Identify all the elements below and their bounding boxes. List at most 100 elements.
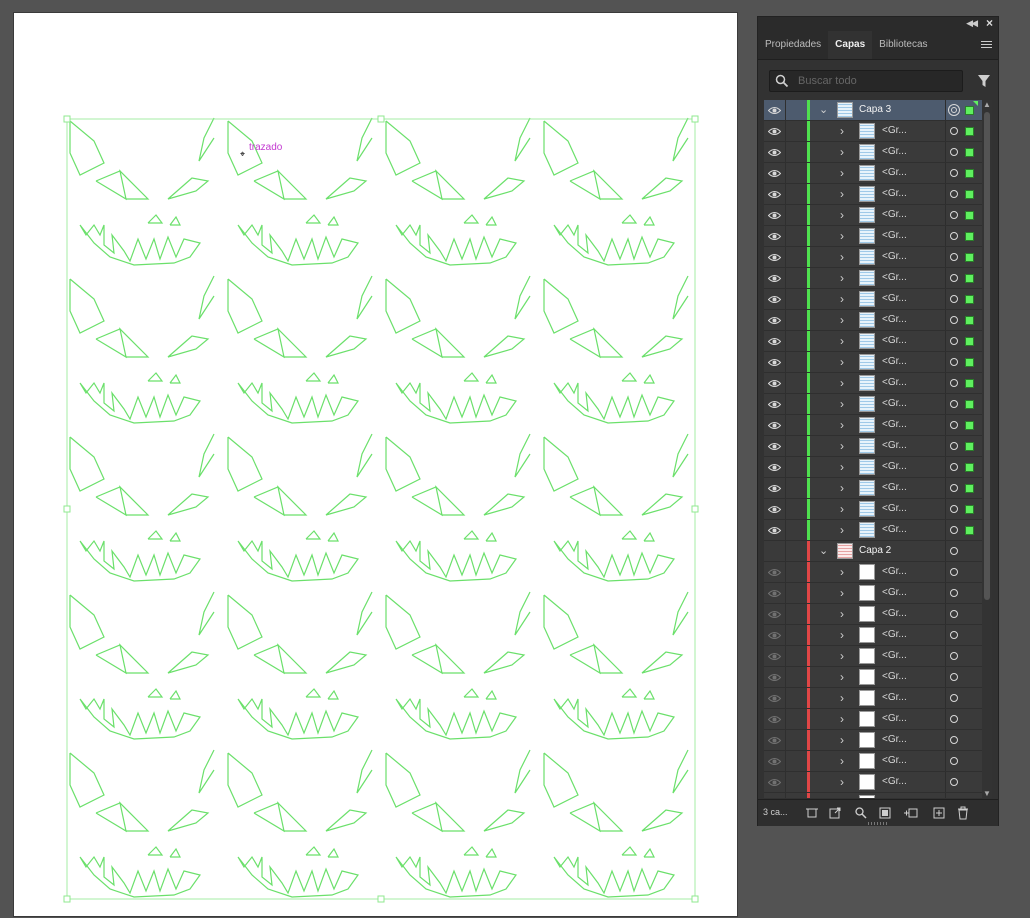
lock-toggle[interactable] [786, 121, 808, 141]
layer-row[interactable]: ⌄ Capa 3 [764, 100, 982, 121]
tab-capas[interactable]: Capas [828, 31, 873, 59]
visibility-toggle[interactable] [764, 478, 786, 498]
pumpkin-pattern-artwork[interactable] [14, 13, 739, 918]
chevron-right-icon[interactable]: › [840, 628, 844, 642]
collect-for-export-icon[interactable] [828, 806, 842, 820]
selection-indicator[interactable] [965, 526, 974, 535]
selection-indicator[interactable] [965, 106, 974, 115]
group-name[interactable]: <Gr... [882, 482, 907, 493]
eye-icon[interactable] [768, 736, 781, 745]
group-name[interactable]: <Gr... [882, 629, 907, 640]
lock-toggle[interactable] [786, 205, 808, 225]
target-circle-icon[interactable] [950, 400, 958, 408]
sublayer-row[interactable]: › <Gr... [764, 142, 982, 163]
lock-toggle[interactable] [786, 415, 808, 435]
eye-icon[interactable] [768, 568, 781, 577]
collapse-panel-icon[interactable]: ◀◀ [966, 18, 978, 29]
eye-icon[interactable] [768, 295, 781, 304]
sublayer-row[interactable]: › <Gr... [764, 205, 982, 226]
selection-indicator[interactable] [965, 253, 974, 262]
group-name[interactable]: <Gr... [882, 524, 907, 535]
lock-toggle[interactable] [786, 520, 808, 540]
export-artboard-icon[interactable] [805, 806, 819, 820]
sublayer-row[interactable]: › <Gr... [764, 709, 982, 730]
visibility-toggle[interactable] [764, 142, 786, 162]
sublayer-row[interactable]: › <Gr... [764, 247, 982, 268]
selection-handle[interactable] [63, 505, 71, 513]
panel-menu-icon[interactable] [981, 39, 992, 50]
lock-toggle[interactable] [786, 751, 808, 771]
selection-indicator[interactable] [965, 295, 974, 304]
chevron-right-icon[interactable]: › [840, 271, 844, 285]
eye-icon[interactable] [768, 463, 781, 472]
chevron-right-icon[interactable]: › [840, 502, 844, 516]
target-circle-icon[interactable] [950, 379, 958, 387]
chevron-right-icon[interactable]: › [840, 481, 844, 495]
chevron-right-icon[interactable]: › [840, 607, 844, 621]
visibility-toggle[interactable] [764, 751, 786, 771]
lock-toggle[interactable] [786, 478, 808, 498]
filter-icon[interactable] [977, 74, 991, 88]
visibility-toggle[interactable] [764, 709, 786, 729]
selection-indicator[interactable] [965, 484, 974, 493]
selection-indicator[interactable] [965, 232, 974, 241]
target-circle-icon[interactable] [950, 505, 958, 513]
chevron-right-icon[interactable]: › [840, 313, 844, 327]
group-name[interactable]: <Gr... [882, 734, 907, 745]
lock-toggle[interactable] [786, 373, 808, 393]
layer-name[interactable]: Capa 2 [859, 545, 891, 556]
lock-toggle[interactable] [786, 163, 808, 183]
chevron-right-icon[interactable]: › [840, 229, 844, 243]
sublayer-row[interactable]: › <Gr... [764, 352, 982, 373]
sublayer-row[interactable]: › <Gr... [764, 268, 982, 289]
sublayer-row[interactable]: › <Gr... [764, 667, 982, 688]
chevron-right-icon[interactable]: › [840, 355, 844, 369]
target-circle-icon[interactable] [950, 463, 958, 471]
sublayer-row[interactable]: › <Gr... [764, 478, 982, 499]
chevron-right-icon[interactable]: › [840, 670, 844, 684]
visibility-toggle[interactable] [764, 163, 786, 183]
target-circle-icon[interactable] [950, 421, 958, 429]
target-circle-icon[interactable] [950, 652, 958, 660]
group-name[interactable]: <Gr... [882, 167, 907, 178]
group-name[interactable]: <Gr... [882, 650, 907, 661]
visibility-toggle[interactable] [764, 604, 786, 624]
eye-icon[interactable] [768, 652, 781, 661]
artboard[interactable]: ⌖ trazado [13, 12, 738, 917]
target-circle-icon[interactable] [950, 547, 958, 555]
chevron-right-icon[interactable]: › [840, 460, 844, 474]
selection-handle[interactable] [691, 115, 699, 123]
visibility-toggle[interactable] [764, 373, 786, 393]
chevron-right-icon[interactable]: › [840, 439, 844, 453]
group-name[interactable]: <Gr... [882, 461, 907, 472]
lock-toggle[interactable] [786, 772, 808, 792]
chevron-right-icon[interactable]: › [840, 166, 844, 180]
sublayer-row[interactable]: › <Gr... [764, 772, 982, 793]
selection-handle[interactable] [377, 115, 385, 123]
lock-toggle[interactable] [786, 499, 808, 519]
eye-icon[interactable] [768, 379, 781, 388]
sublayer-row[interactable]: › <Gr... [764, 604, 982, 625]
visibility-toggle[interactable] [764, 289, 786, 309]
eye-icon[interactable] [768, 589, 781, 598]
eye-icon[interactable] [768, 715, 781, 724]
chevron-right-icon[interactable]: › [840, 565, 844, 579]
visibility-toggle[interactable] [764, 415, 786, 435]
target-circle-icon[interactable] [950, 484, 958, 492]
eye-icon[interactable] [768, 106, 781, 115]
group-name[interactable]: <Gr... [882, 419, 907, 430]
sublayer-row[interactable]: › <Gr... [764, 625, 982, 646]
chevron-right-icon[interactable]: › [840, 124, 844, 138]
visibility-toggle[interactable] [764, 121, 786, 141]
chevron-right-icon[interactable]: › [840, 691, 844, 705]
selection-handle[interactable] [691, 505, 699, 513]
sublayer-row[interactable]: › <Gr... [764, 310, 982, 331]
visibility-toggle[interactable] [764, 394, 786, 414]
chevron-right-icon[interactable]: › [840, 775, 844, 789]
group-name[interactable]: <Gr... [882, 272, 907, 283]
visibility-toggle[interactable] [764, 499, 786, 519]
chevron-right-icon[interactable]: › [840, 649, 844, 663]
chevron-right-icon[interactable]: › [840, 292, 844, 306]
target-circle-icon[interactable] [950, 589, 958, 597]
target-circle-icon[interactable] [950, 673, 958, 681]
